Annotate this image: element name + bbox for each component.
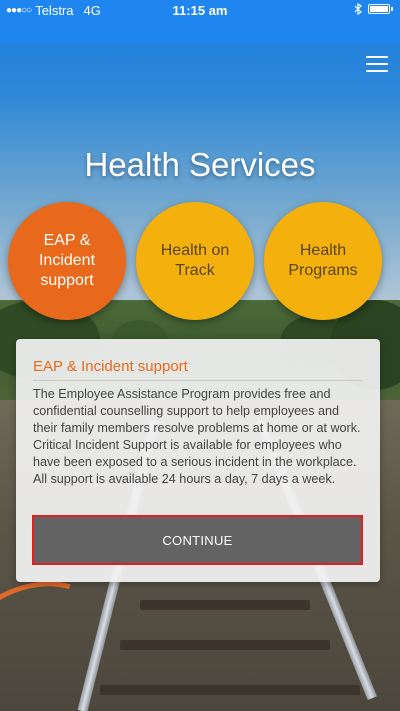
category-label: EAP & Incident support bbox=[38, 232, 96, 289]
hamburger-menu-icon[interactable] bbox=[366, 56, 388, 74]
clock: 11:15 am bbox=[172, 3, 228, 18]
category-eap-incident-support[interactable]: EAP & Incident support bbox=[8, 202, 126, 320]
card-description: The Employee Assistance Program provides… bbox=[33, 387, 361, 486]
card-title: EAP & Incident support bbox=[33, 358, 188, 375]
page-title: Health Services bbox=[84, 146, 316, 183]
battery-icon bbox=[368, 4, 393, 14]
card-divider bbox=[33, 380, 363, 381]
continue-button-label: CONTINUE bbox=[162, 532, 233, 548]
continue-button[interactable]: CONTINUE bbox=[32, 515, 363, 565]
category-health-programs[interactable]: Health Programs bbox=[264, 202, 382, 320]
app-header bbox=[0, 22, 400, 44]
status-bar: ●●●○○ Telstra 4G 11:15 am bbox=[0, 0, 400, 22]
info-card: EAP & Incident support The Employee Assi… bbox=[16, 339, 380, 582]
category-label: Health on Track bbox=[160, 242, 230, 279]
status-right bbox=[354, 3, 393, 15]
category-health-on-track[interactable]: Health on Track bbox=[136, 202, 254, 320]
category-label: Health Programs bbox=[288, 242, 358, 279]
bluetooth-icon bbox=[354, 3, 362, 15]
